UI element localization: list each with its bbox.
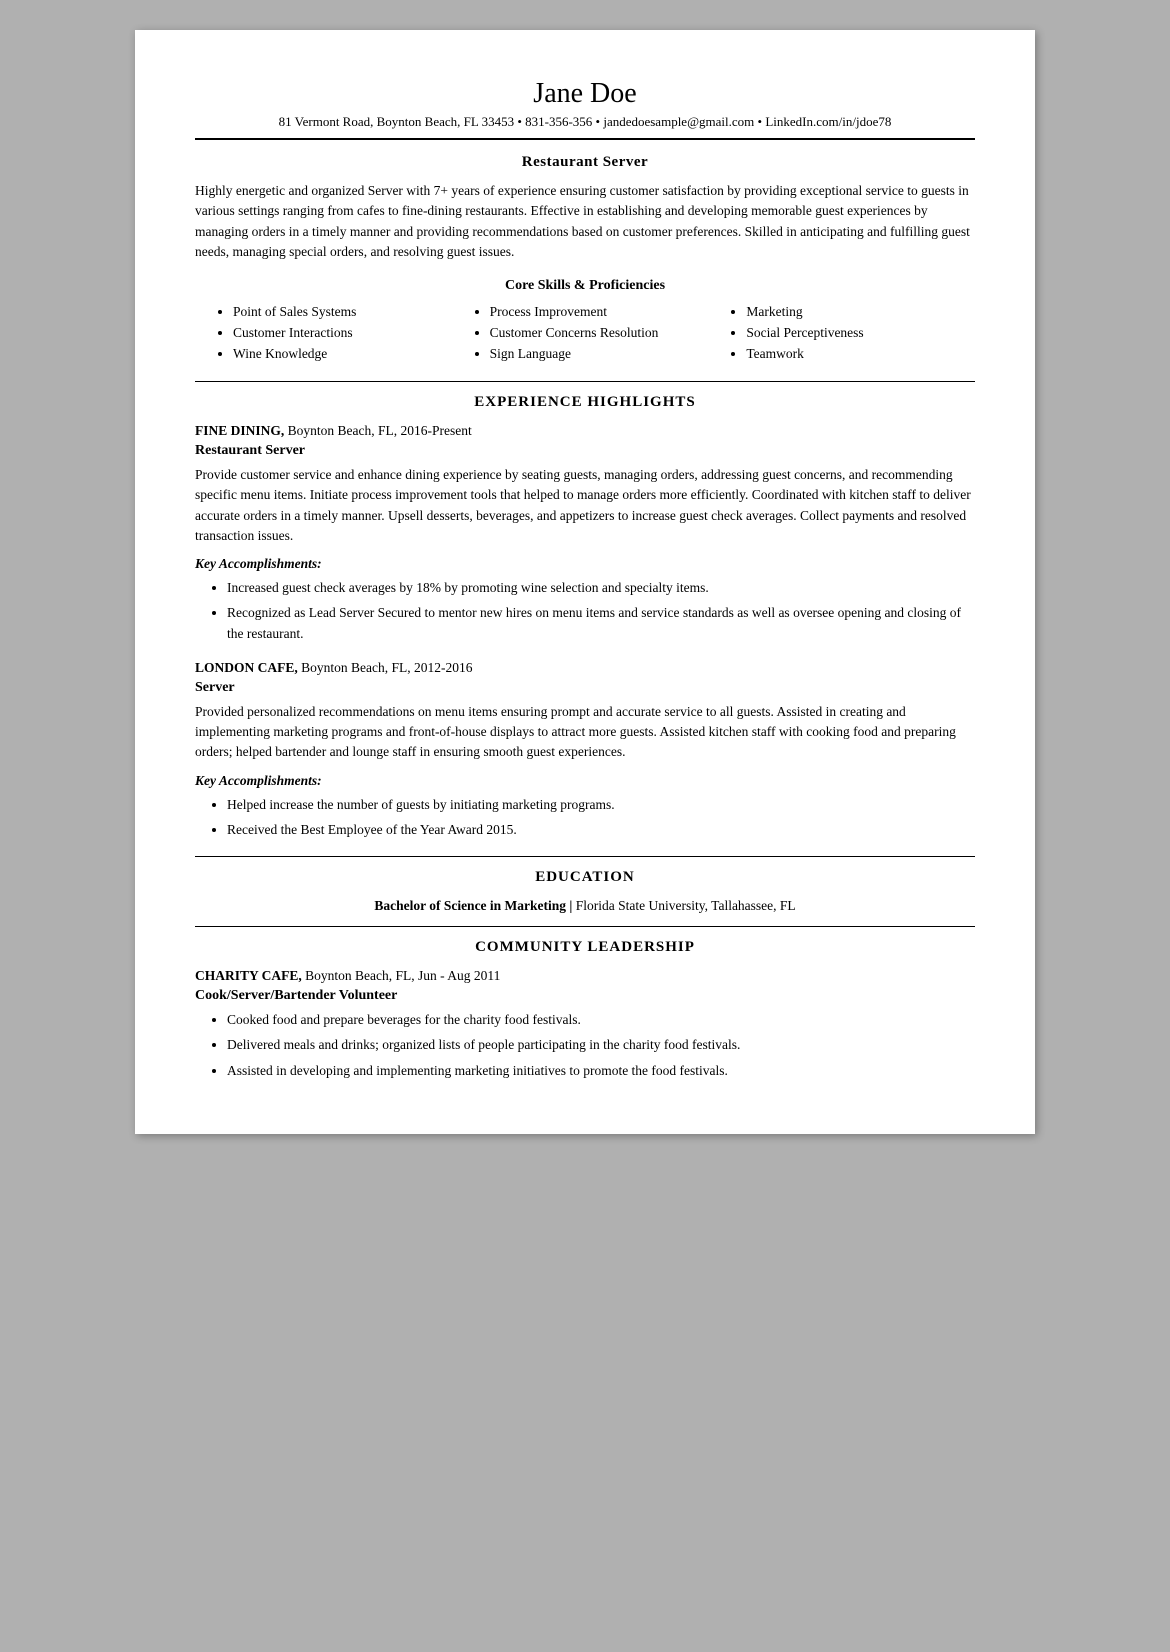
community-divider xyxy=(195,926,975,927)
candidate-name: Jane Doe xyxy=(195,78,975,110)
community-role: Cook/Server/Bartender Volunteer xyxy=(195,988,975,1004)
skills-heading: Core Skills & Proficiencies xyxy=(195,278,975,294)
community-org: CHARITY CAFE, xyxy=(195,968,302,983)
acc-item: Recognized as Lead Server Secured to men… xyxy=(227,603,975,644)
degree-label: Bachelor of Science in Marketing | xyxy=(374,898,572,913)
contact-info: 81 Vermont Road, Boynton Beach, FL 33453… xyxy=(195,114,975,130)
employer-location-2: Boynton Beach, FL, 2012-2016 xyxy=(298,660,473,675)
job-employer-2: LONDON CAFE, Boynton Beach, FL, 2012-201… xyxy=(195,660,975,676)
acc-list-2: Helped increase the number of guests by … xyxy=(195,795,975,841)
education-section: EDUCATION Bachelor of Science in Marketi… xyxy=(195,869,975,914)
skill-item: Process Improvement xyxy=(490,304,709,320)
experience-divider xyxy=(195,381,975,382)
education-divider xyxy=(195,856,975,857)
skill-item: Customer Concerns Resolution xyxy=(490,325,709,341)
skills-columns: Point of Sales Systems Customer Interact… xyxy=(195,304,975,367)
education-title: EDUCATION xyxy=(195,869,975,886)
skill-item: Sign Language xyxy=(490,346,709,362)
degree-school: Florida State University, Tallahassee, F… xyxy=(572,898,795,913)
community-section: COMMUNITY LEADERSHIP CHARITY CAFE, Boynt… xyxy=(195,939,975,1081)
job-block-2: LONDON CAFE, Boynton Beach, FL, 2012-201… xyxy=(195,660,975,840)
job-desc-2: Provided personalized recommendations on… xyxy=(195,702,975,763)
community-list: Cooked food and prepare beverages for th… xyxy=(195,1010,975,1081)
employer-name-1: FINE DINING, xyxy=(195,423,284,438)
resume-title: Restaurant Server xyxy=(195,154,975,171)
community-title: COMMUNITY LEADERSHIP xyxy=(195,939,975,956)
skills-col-1: Point of Sales Systems Customer Interact… xyxy=(195,304,462,367)
acc-item: Received the Best Employee of the Year A… xyxy=(227,820,975,840)
employer-location-1: Boynton Beach, FL, 2016-Present xyxy=(284,423,471,438)
resume-header: Jane Doe 81 Vermont Road, Boynton Beach,… xyxy=(195,78,975,130)
header-divider xyxy=(195,138,975,140)
skill-item: Customer Interactions xyxy=(233,325,452,341)
key-acc-label-2: Key Accomplishments: xyxy=(195,773,975,789)
skills-list-3: Marketing Social Perceptiveness Teamwork xyxy=(728,304,965,362)
community-item: Delivered meals and drinks; organized li… xyxy=(227,1035,975,1055)
experience-title: EXPERIENCE HIGHLIGHTS xyxy=(195,394,975,411)
skill-item: Point of Sales Systems xyxy=(233,304,452,320)
acc-list-1: Increased guest check averages by 18% by… xyxy=(195,578,975,644)
acc-item: Increased guest check averages by 18% by… xyxy=(227,578,975,598)
education-degree: Bachelor of Science in Marketing | Flori… xyxy=(195,898,975,914)
acc-item: Helped increase the number of guests by … xyxy=(227,795,975,815)
skills-col-3: Marketing Social Perceptiveness Teamwork xyxy=(718,304,975,367)
skill-item: Teamwork xyxy=(746,346,965,362)
job-block-1: FINE DINING, Boynton Beach, FL, 2016-Pre… xyxy=(195,423,975,644)
key-acc-label-1: Key Accomplishments: xyxy=(195,556,975,572)
summary-text: Highly energetic and organized Server wi… xyxy=(195,181,975,262)
community-item: Cooked food and prepare beverages for th… xyxy=(227,1010,975,1030)
community-item: Assisted in developing and implementing … xyxy=(227,1061,975,1081)
job-title-1: Restaurant Server xyxy=(195,443,975,459)
skill-item: Social Perceptiveness xyxy=(746,325,965,341)
skill-item: Marketing xyxy=(746,304,965,320)
resume-page: Jane Doe 81 Vermont Road, Boynton Beach,… xyxy=(135,30,1035,1134)
skill-item: Wine Knowledge xyxy=(233,346,452,362)
skills-col-2: Process Improvement Customer Concerns Re… xyxy=(462,304,719,367)
community-employer: CHARITY CAFE, Boynton Beach, FL, Jun - A… xyxy=(195,968,975,984)
employer-name-2: LONDON CAFE, xyxy=(195,660,298,675)
job-desc-1: Provide customer service and enhance din… xyxy=(195,465,975,546)
skills-list-2: Process Improvement Customer Concerns Re… xyxy=(472,304,709,362)
job-title-2: Server xyxy=(195,680,975,696)
job-employer-1: FINE DINING, Boynton Beach, FL, 2016-Pre… xyxy=(195,423,975,439)
community-dates: Boynton Beach, FL, Jun - Aug 2011 xyxy=(302,968,501,983)
skills-list-1: Point of Sales Systems Customer Interact… xyxy=(215,304,452,362)
